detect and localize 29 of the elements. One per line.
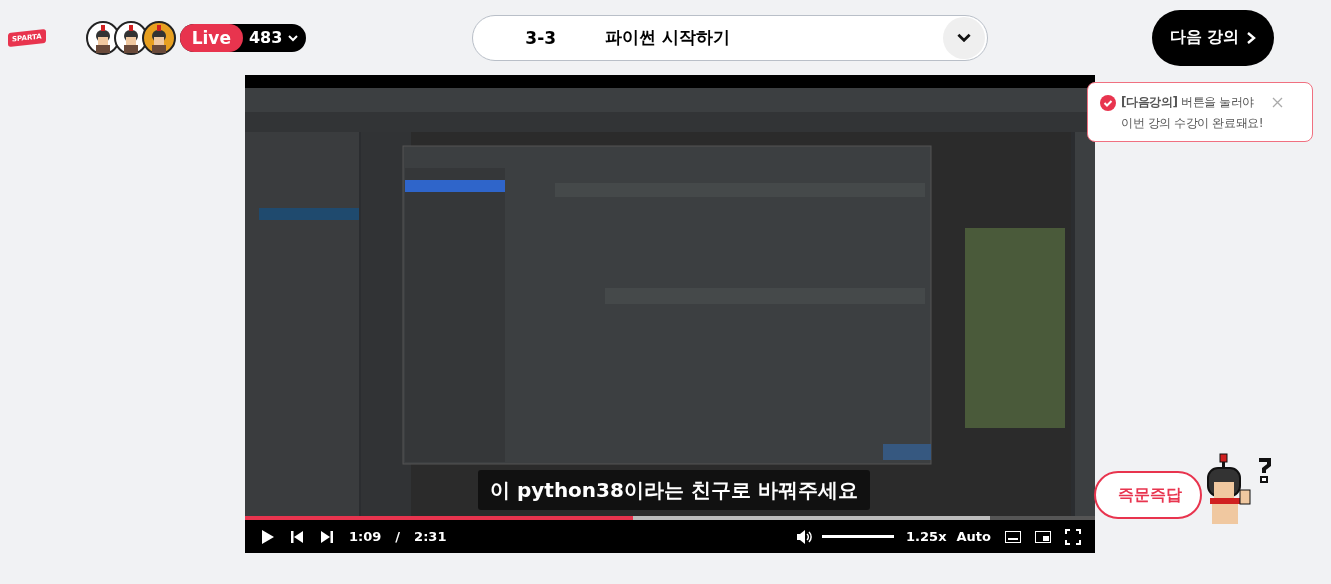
fullscreen-button[interactable] <box>1065 528 1081 545</box>
chevron-right-icon <box>1245 30 1258 45</box>
dropdown-button[interactable] <box>943 16 986 59</box>
next-button[interactable] <box>319 528 335 545</box>
lecture-title: 파이썬 시작하기 <box>605 26 732 49</box>
volume-button[interactable] <box>796 528 813 545</box>
speed-button[interactable]: 1.25x <box>906 529 947 544</box>
volume-slider[interactable] <box>822 535 895 538</box>
viewer-count: 483 <box>247 28 284 47</box>
play-button[interactable] <box>259 528 275 545</box>
duration: 2:31 <box>414 529 447 544</box>
next-lecture-button[interactable]: 다음 강의 <box>1152 9 1275 66</box>
video-player[interactable]: 이 python38이라는 친구로 바꿔주세요 1:09 / 2:31 1.25x Auto <box>245 75 1095 553</box>
live-viewers-button[interactable]: Live 483 <box>179 23 307 52</box>
quality-button[interactable]: Auto <box>956 529 991 544</box>
subtitle: 이 python38이라는 친구로 바꿔주세요 <box>478 470 870 510</box>
previous-button[interactable] <box>289 528 305 545</box>
lecture-number: 3-3 <box>525 27 558 48</box>
chevron-down-icon <box>957 33 972 42</box>
check-icon <box>1100 95 1116 111</box>
quick-question-button[interactable]: 즉문즉답 <box>1094 471 1202 519</box>
picture-in-picture-button[interactable] <box>1035 528 1051 545</box>
tooltip-text: [다음강의] 버튼을 눌러야 이번 강의 수강이 완료돼요! <box>1121 94 1264 132</box>
live-label: Live <box>179 23 243 52</box>
avatar-icon <box>141 20 176 55</box>
time-separator: / <box>395 529 401 544</box>
lecture-selector[interactable]: 3-3 파이썬 시작하기 <box>472 14 989 61</box>
subtitles-button[interactable] <box>1005 528 1021 545</box>
current-time: 1:09 <box>349 529 382 544</box>
